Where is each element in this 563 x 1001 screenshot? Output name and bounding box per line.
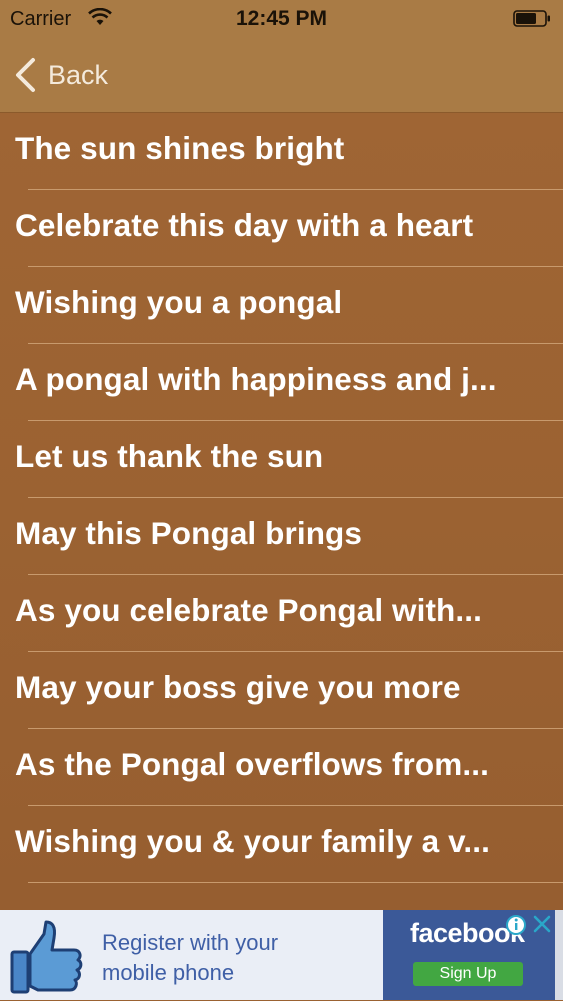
list-item[interactable]: Let us thank the sun [0,421,563,498]
back-label: Back [48,59,109,90]
back-button[interactable]: Back [12,54,108,96]
sign-up-button[interactable]: Sign Up [413,962,523,986]
list-item[interactable]: As the Pongal overflows from... [0,729,563,806]
ad-line-2: mobile phone [102,960,235,985]
status-bar: Carrier 12:45 PM [0,0,563,38]
list-item[interactable]: As you celebrate Pongal with... [0,575,563,652]
ad-edge [555,910,563,1000]
list-item[interactable]: A pongal with happiness and j... [0,344,563,421]
navigation-bar: Back [0,38,563,113]
list-item-label: A pongal with happiness and j... [15,361,497,397]
list-item[interactable]: May your boss give you more [0,652,563,729]
list-item-label: As the Pongal overflows from... [15,746,489,782]
clock: 12:45 PM [235,7,328,30]
thumbs-up-icon [8,918,86,996]
list-item[interactable]: May this Pongal brings [0,498,563,575]
list-item-label: The sun shines bright [15,130,345,166]
list-item-label: Wishing you a pongal [15,284,343,320]
close-icon[interactable] [530,912,554,936]
list-item-label: May this Pongal brings [15,515,362,551]
list-item[interactable]: Wishing you a pongal [0,267,563,344]
chevron-left-icon [16,58,35,92]
list-item-label: As you celebrate Pongal with... [15,592,482,628]
separator [28,882,563,883]
ad-line-1: Register with your [102,930,279,955]
list-item-label: May your boss give you more [15,669,461,705]
list-item-label: Wishing you & your family a v... [15,823,490,859]
list-item[interactable]: The sun shines bright [0,113,563,190]
greeting-list: The sun shines bright Celebrate this day… [0,113,563,910]
list-item[interactable]: Wishing you & your family a v... [0,806,563,883]
ad-content[interactable]: Register with your mobile phone [0,910,383,1000]
list-item-label: Let us thank the sun [15,438,324,474]
ad-choices-icon[interactable] [505,914,527,936]
list-item[interactable]: Celebrate this day with a heart [0,190,563,267]
list-item-label: Celebrate this day with a heart [15,207,474,243]
ad-banner[interactable]: Register with your mobile phone facebook… [0,910,563,1000]
battery-icon [513,10,551,27]
ad-headline: Register with your mobile phone [102,928,278,988]
